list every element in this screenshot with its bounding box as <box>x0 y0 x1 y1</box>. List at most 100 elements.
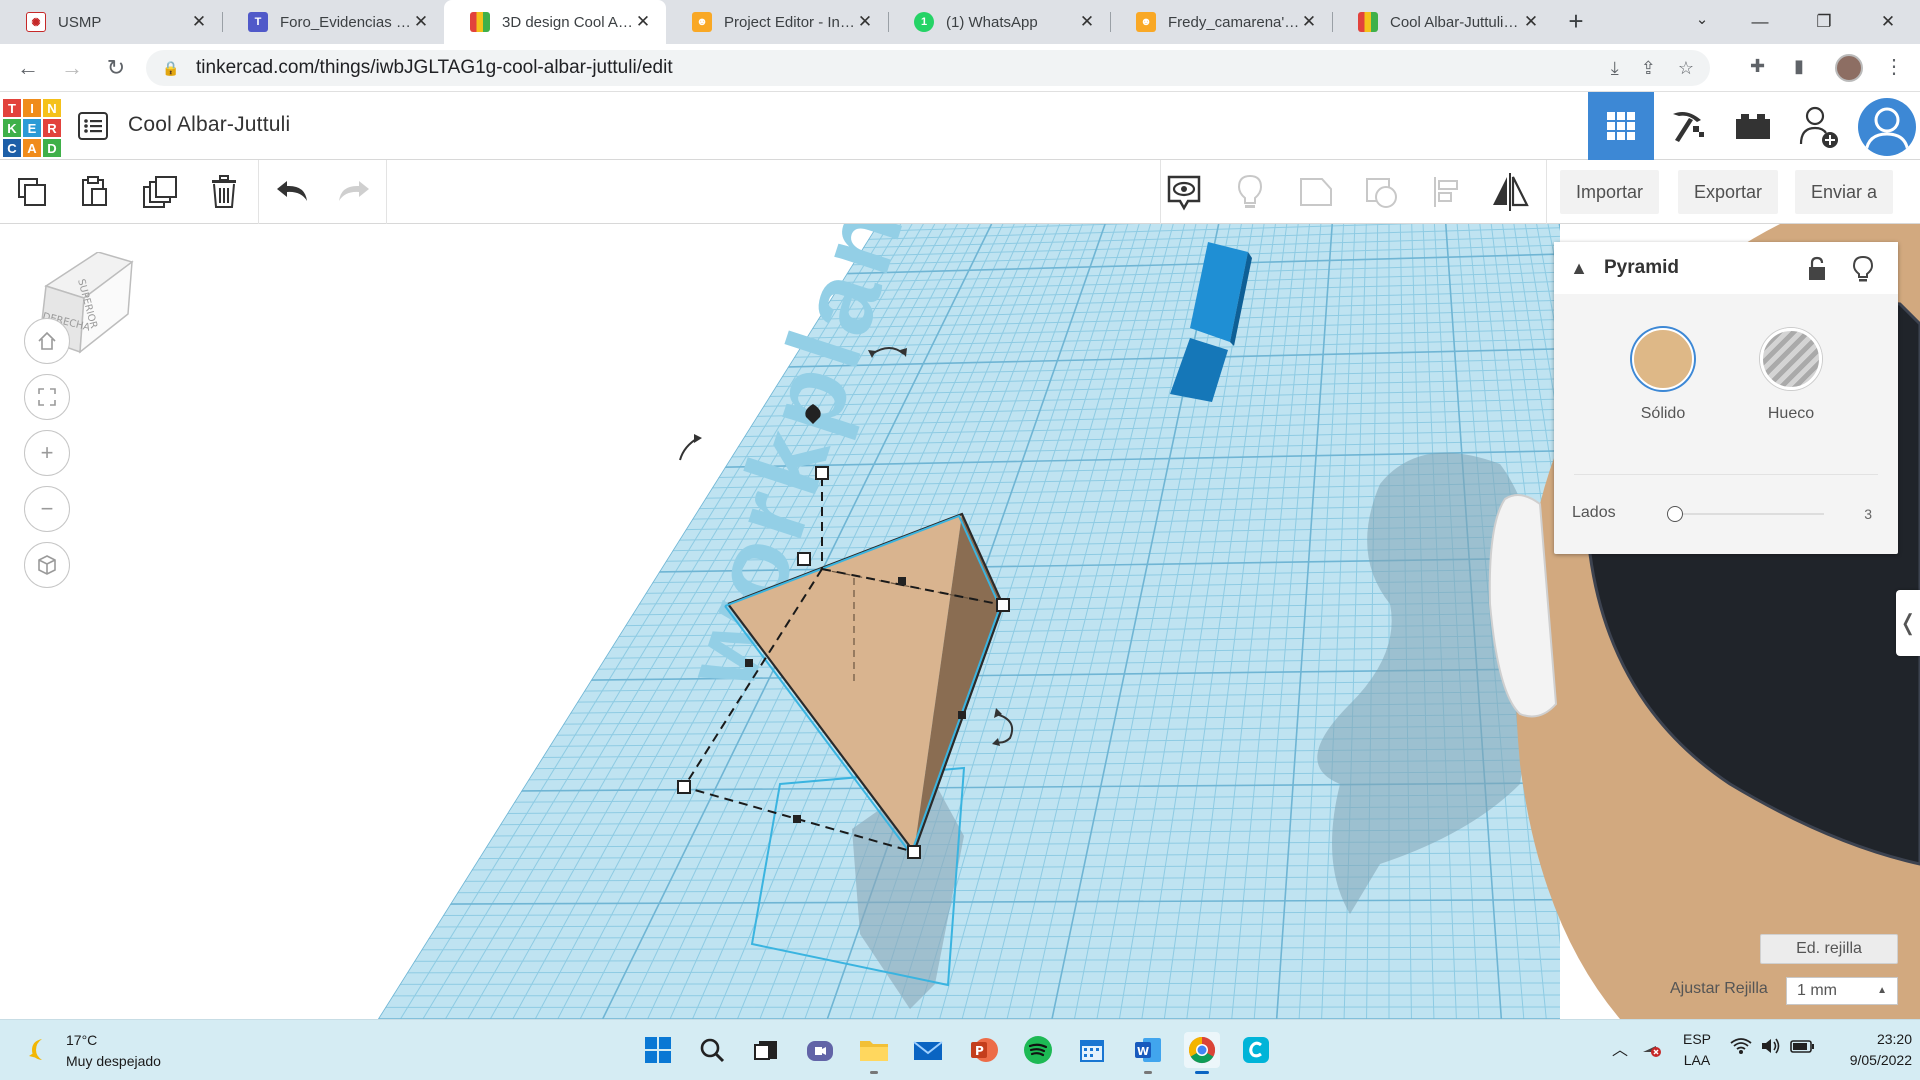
close-window-icon[interactable]: ✕ <box>1856 0 1920 44</box>
hole-label[interactable]: Hueco <box>1741 405 1841 423</box>
mirror-button[interactable] <box>1486 168 1534 216</box>
show-all-button[interactable] <box>1226 168 1274 216</box>
windows-logo-icon <box>645 1037 671 1063</box>
canva-app[interactable] <box>1238 1032 1274 1068</box>
browser-tab-whatsapp[interactable]: 1 (1) WhatsApp ✕ <box>888 0 1110 44</box>
reload-icon[interactable]: ↻ <box>100 52 132 84</box>
clock-date[interactable]: 9/05/2022 <box>1820 1052 1912 1068</box>
notes-button[interactable] <box>1160 168 1208 216</box>
align-button[interactable] <box>1422 168 1470 216</box>
restore-icon[interactable]: ❐ <box>1792 0 1856 44</box>
bookmark-star-icon[interactable]: ☆ <box>1678 58 1694 79</box>
blocks-pickaxe-button[interactable] <box>1654 92 1720 160</box>
close-tab-icon[interactable]: ✕ <box>190 12 208 32</box>
browser-tab-foro[interactable]: T Foro_Evidencias de tr ✕ <box>222 0 444 44</box>
solid-color-swatch[interactable] <box>1632 328 1694 390</box>
sides-slider-track[interactable] <box>1674 513 1824 515</box>
install-app-icon[interactable]: ⤓ <box>1611 58 1619 79</box>
invite-user-button[interactable] <box>1786 92 1852 160</box>
powerpoint-app[interactable]: P <box>966 1032 1002 1068</box>
expand-panel-chevron-icon[interactable]: ❬ <box>1896 590 1920 656</box>
show-hidden-icons-chevron-icon[interactable]: ︿ <box>1612 1036 1628 1060</box>
import-button[interactable]: Importar <box>1560 170 1660 214</box>
start-button[interactable] <box>640 1032 676 1068</box>
file-explorer-app[interactable] <box>856 1032 892 1074</box>
paste-button[interactable] <box>70 168 118 216</box>
volume-icon[interactable] <box>1760 1036 1782 1061</box>
tab-search-chevron-icon[interactable]: ⌄ <box>1680 0 1724 44</box>
browser-tab-cool-albar[interactable]: Cool Albar-Juttuli | Ti ✕ <box>1332 0 1554 44</box>
spotify-app[interactable] <box>1020 1032 1056 1068</box>
wifi-icon[interactable] <box>1730 1036 1752 1061</box>
task-view-button[interactable] <box>748 1032 784 1068</box>
duplicate-button[interactable] <box>136 168 184 216</box>
url-field[interactable]: 🔒 tinkercad.com/things/iwbJGLTAG1g-cool-… <box>146 50 1710 86</box>
redo-button[interactable] <box>330 168 378 216</box>
forward-arrow-icon[interactable]: → <box>56 52 88 84</box>
hole-swatch[interactable] <box>1760 328 1822 390</box>
moon-weather-icon[interactable] <box>26 1036 52 1062</box>
design-list-icon[interactable] <box>78 112 108 140</box>
share-icon[interactable]: ⇪ <box>1641 58 1656 79</box>
snap-grid-select[interactable]: 1 mm ▲ <box>1786 977 1898 1005</box>
new-tab-button[interactable]: + <box>1554 0 1598 44</box>
ungroup-button[interactable] <box>1358 168 1406 216</box>
extensions-puzzle-icon[interactable]: ✚ <box>1750 56 1765 77</box>
weather-description[interactable]: Muy despejado <box>66 1053 161 1069</box>
fit-view-button[interactable] <box>24 374 70 420</box>
profile-avatar[interactable] <box>1835 54 1863 82</box>
export-button[interactable]: Exportar <box>1678 170 1779 214</box>
calendar-app[interactable] <box>1074 1032 1110 1068</box>
close-tab-icon[interactable]: ✕ <box>634 12 652 32</box>
edit-grid-button[interactable]: Ed. rejilla <box>1760 934 1898 964</box>
perspective-button[interactable] <box>24 542 70 588</box>
bricks-button[interactable] <box>1720 92 1786 160</box>
3d-view-grid-button[interactable] <box>1588 92 1654 160</box>
close-tab-icon[interactable]: ✕ <box>1522 12 1540 32</box>
browser-tab-usmp[interactable]: ✺ USMP ✕ <box>0 0 222 44</box>
minimize-icon[interactable]: — <box>1728 0 1792 44</box>
design-name[interactable]: Cool Albar-Juttuli <box>128 113 290 137</box>
group-button[interactable] <box>1292 168 1340 216</box>
lightbulb-icon[interactable] <box>1852 255 1874 283</box>
lock-shape-icon[interactable] <box>1806 256 1828 282</box>
tab-title: USMP <box>58 13 102 31</box>
close-tab-icon[interactable]: ✕ <box>856 12 874 32</box>
browser-tab-project-editor[interactable]: ☻ Project Editor - Instr ✕ <box>666 0 888 44</box>
back-arrow-icon[interactable]: ← <box>12 52 44 84</box>
close-tab-icon[interactable]: ✕ <box>412 12 430 32</box>
copy-button[interactable] <box>8 168 56 216</box>
clock-time[interactable]: 23:20 <box>1820 1031 1912 1047</box>
zoom-out-button[interactable]: − <box>24 486 70 532</box>
collapse-chevron-up-icon[interactable]: ▲ <box>1554 258 1604 279</box>
word-app[interactable]: W <box>1130 1032 1166 1074</box>
lock-icon[interactable]: 🔒 <box>162 60 179 77</box>
network-warning-icon[interactable] <box>1640 1036 1662 1063</box>
close-tab-icon[interactable]: ✕ <box>1078 12 1096 32</box>
undo-button[interactable] <box>268 168 316 216</box>
chrome-app[interactable] <box>1184 1032 1220 1074</box>
pickaxe-icon <box>1673 112 1704 142</box>
keyboard-layout[interactable]: LAA <box>1682 1052 1712 1068</box>
close-tab-icon[interactable]: ✕ <box>1300 12 1318 32</box>
search-button[interactable] <box>694 1032 730 1068</box>
input-language[interactable]: ESP <box>1682 1031 1712 1047</box>
url-text: tinkercad.com/things/iwbJGLTAG1g-cool-al… <box>196 57 673 78</box>
tinkercad-logo[interactable]: T I N K E R C A D <box>3 99 61 157</box>
solid-label[interactable]: Sólido <box>1613 405 1713 423</box>
snap-grid-label: Ajustar Rejilla <box>1670 980 1768 997</box>
home-view-button[interactable] <box>24 318 70 364</box>
sides-slider-knob[interactable] <box>1667 506 1683 522</box>
browser-tab-3d-design[interactable]: 3D design Cool Albar ✕ <box>444 0 666 44</box>
side-panel-icon[interactable]: ▮ <box>1794 56 1804 77</box>
weather-temperature[interactable]: 17°C <box>66 1032 97 1048</box>
delete-button[interactable] <box>200 168 248 216</box>
user-avatar[interactable] <box>1858 98 1916 156</box>
mail-app[interactable] <box>910 1032 946 1068</box>
send-to-button[interactable]: Enviar a <box>1795 170 1894 214</box>
zoom-in-button[interactable]: + <box>24 430 70 476</box>
kebab-menu-icon[interactable]: ⋮ <box>1884 54 1904 79</box>
battery-icon[interactable] <box>1790 1036 1816 1061</box>
browser-tab-fredy[interactable]: ☻ Fredy_camarena's Pr ✕ <box>1110 0 1332 44</box>
teams-chat-app[interactable] <box>802 1032 838 1068</box>
